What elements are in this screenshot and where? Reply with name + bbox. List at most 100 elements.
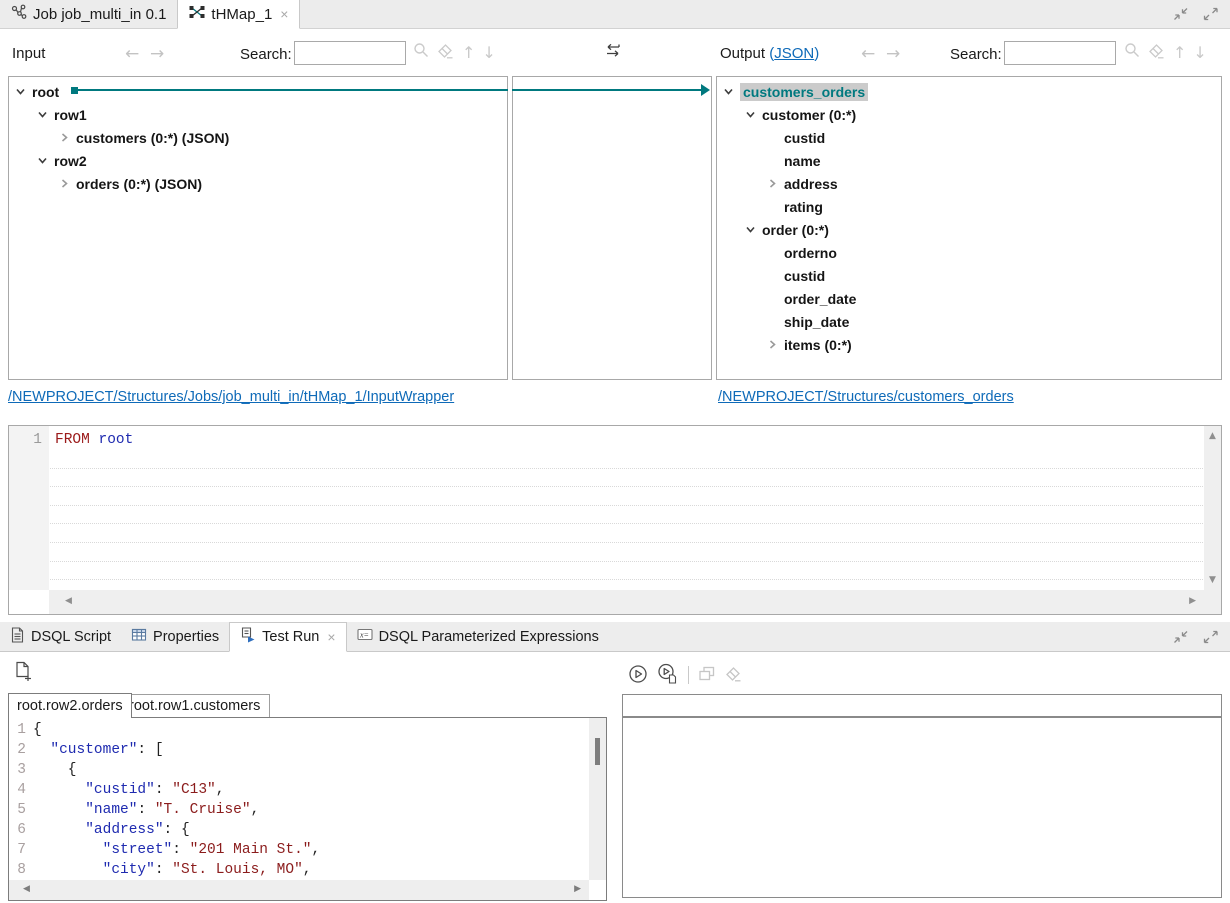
chevron-down-icon[interactable] <box>37 109 48 120</box>
new-document-icon[interactable] <box>14 668 33 684</box>
tab-job[interactable]: Job job_multi_in 0.1 <box>0 0 177 28</box>
search-down-icon[interactable]: ↓ <box>1193 43 1206 62</box>
chevron-down-icon[interactable] <box>745 109 756 120</box>
chevron-right-icon[interactable] <box>767 339 778 350</box>
tab-dsql-script[interactable]: DSQL Script <box>0 622 121 651</box>
tree-node-address[interactable]: address <box>717 172 1221 195</box>
tree-node-orderno[interactable]: orderno <box>717 241 1221 264</box>
run-icon[interactable] <box>628 664 648 687</box>
duplicate-icon[interactable] <box>698 665 716 685</box>
close-icon[interactable]: × <box>280 6 288 22</box>
output-tree: customers_orders customer (0:*) custid n… <box>717 77 1221 356</box>
mapping-canvas-panel[interactable] <box>512 76 712 380</box>
search-down-icon[interactable]: ↓ <box>482 43 495 62</box>
job-icon <box>11 4 27 24</box>
tree-node-order-date[interactable]: order_date <box>717 287 1221 310</box>
vertical-scrollbar[interactable]: ▲ ▼ <box>1204 426 1221 590</box>
tab-properties[interactable]: Properties <box>121 622 229 651</box>
output-forward-icon[interactable]: → <box>886 44 900 64</box>
horizontal-scrollbar[interactable]: ◀ ▶ <box>9 880 589 900</box>
chevron-down-icon[interactable] <box>37 155 48 166</box>
chevron-right-icon[interactable] <box>59 178 70 189</box>
scroll-left-icon[interactable]: ◀ <box>65 596 72 606</box>
chevron-down-icon[interactable] <box>723 86 734 97</box>
tab-dsql-param-expressions[interactable]: x= DSQL Parameterized Expressions <box>347 622 609 651</box>
toolbar-separator <box>688 666 689 684</box>
input-tree: root row1 customers (0:*) (JSON) row2 or… <box>9 77 507 195</box>
vertical-scrollbar[interactable] <box>589 718 606 880</box>
tree-node-name[interactable]: name <box>717 149 1221 172</box>
scrollbar-thumb[interactable] <box>595 738 600 765</box>
chevron-down-icon[interactable] <box>15 86 26 97</box>
search-icon[interactable] <box>413 42 430 62</box>
swap-io-icon[interactable] <box>603 42 623 63</box>
script-icon <box>10 627 25 647</box>
tab-test-run[interactable]: Test Run × <box>229 622 346 652</box>
run-with-output-icon[interactable] <box>657 663 679 687</box>
scroll-up-icon[interactable]: ▲ <box>1204 431 1221 441</box>
search-up-icon[interactable]: ↑ <box>1173 43 1186 62</box>
input-search-field[interactable] <box>294 41 406 65</box>
tree-node-customer[interactable]: customer (0:*) <box>717 103 1221 126</box>
chevron-right-icon[interactable] <box>59 132 70 143</box>
tree-node-orders[interactable]: orders (0:*) (JSON) <box>9 172 507 195</box>
horizontal-scrollbar[interactable]: ◀ ▶ <box>49 590 1204 614</box>
output-structure-panel[interactable]: customers_orders customer (0:*) custid n… <box>716 76 1222 380</box>
clear-search-icon[interactable] <box>437 42 455 62</box>
tree-node-row1[interactable]: row1 <box>9 103 507 126</box>
search-icon[interactable] <box>1124 42 1141 62</box>
maximize-icon[interactable] <box>1202 7 1220 24</box>
test-run-icon <box>240 627 256 647</box>
clear-icon[interactable] <box>725 665 743 685</box>
tree-node-custid[interactable]: custid <box>717 126 1221 149</box>
tree-node-customers-orders[interactable]: customers_orders <box>717 80 1221 103</box>
scrollbar-corner <box>1204 590 1221 614</box>
output-panel-label: Output (JSON) <box>720 45 819 62</box>
tab-job-label: Job job_multi_in 0.1 <box>33 6 166 23</box>
result-tab-orders[interactable]: root.row2.orders <box>8 693 132 718</box>
mapping-line[interactable] <box>512 89 702 91</box>
tree-node-custid[interactable]: custid <box>717 264 1221 287</box>
close-icon[interactable]: × <box>327 629 335 645</box>
input-structure-panel[interactable]: root row1 customers (0:*) (JSON) row2 or… <box>8 76 508 380</box>
restore-icon[interactable] <box>1172 7 1190 24</box>
output-back-icon[interactable]: ← <box>861 44 875 64</box>
output-structure-link[interactable]: /NEWPROJECT/Structures/customers_orders <box>718 389 1014 405</box>
scroll-down-icon[interactable]: ▼ <box>1204 575 1221 585</box>
bottom-view-tab-bar: DSQL Script Properties Test Run × <box>0 622 1230 652</box>
test-output-header <box>622 694 1222 717</box>
json-code-lines: 1{2 "customer": [3 {4 "custid": "C13",5 … <box>9 720 589 880</box>
selected-node-label: customers_orders <box>740 83 868 101</box>
tree-node-rating[interactable]: rating <box>717 195 1221 218</box>
maximize-icon[interactable] <box>1202 630 1220 647</box>
test-output-panel[interactable] <box>622 717 1222 898</box>
input-structure-link[interactable]: /NEWPROJECT/Structures/Jobs/job_multi_in… <box>8 389 454 405</box>
result-tab-customers[interactable]: root.row1.customers <box>120 694 270 717</box>
tree-node-customers[interactable]: customers (0:*) (JSON) <box>9 126 507 149</box>
tree-node-row2[interactable]: row2 <box>9 149 507 172</box>
tree-node-order[interactable]: order (0:*) <box>717 218 1221 241</box>
tab-thmap[interactable]: tHMap_1 × <box>177 0 300 29</box>
restore-icon[interactable] <box>1172 630 1190 647</box>
scroll-left-icon[interactable]: ◀ <box>23 884 30 894</box>
scroll-right-icon[interactable]: ▶ <box>1189 596 1196 606</box>
chevron-right-icon[interactable] <box>767 178 778 189</box>
input-forward-icon[interactable]: → <box>150 44 164 64</box>
chevron-down-icon[interactable] <box>745 224 756 235</box>
svg-text:x=: x= <box>359 631 369 640</box>
scroll-right-icon[interactable]: ▶ <box>574 884 581 894</box>
tab-thmap-label: tHMap_1 <box>211 6 272 23</box>
output-search-field[interactable] <box>1004 41 1116 65</box>
expression-icon: x= <box>357 627 373 646</box>
dsql-editor[interactable]: 1 FROM root ▲ ▼ ◀ ▶ <box>8 425 1222 615</box>
tree-node-ship-date[interactable]: ship_date <box>717 310 1221 333</box>
tree-node-root[interactable]: root <box>9 80 507 103</box>
dsql-identifier: root <box>99 432 134 448</box>
dsql-code-line: FROM root <box>55 431 133 450</box>
tree-node-items[interactable]: items (0:*) <box>717 333 1221 356</box>
clear-search-icon[interactable] <box>1148 42 1166 62</box>
output-format-link[interactable]: (JSON) <box>769 45 819 62</box>
test-input-json-viewer[interactable]: 1{2 "customer": [3 {4 "custid": "C13",5 … <box>8 717 607 901</box>
input-back-icon[interactable]: ← <box>125 44 139 64</box>
search-up-icon[interactable]: ↑ <box>462 43 475 62</box>
